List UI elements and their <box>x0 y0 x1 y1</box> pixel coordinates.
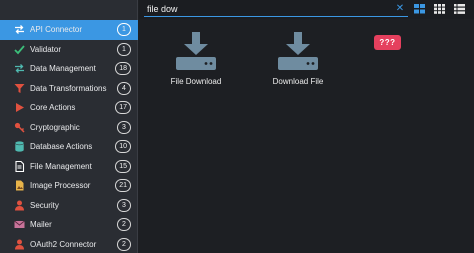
image-file-icon <box>13 180 25 192</box>
count-badge: 21 <box>115 179 131 192</box>
sidebar-item[interactable]: OAuth2 Connector 2 <box>0 235 138 253</box>
count-badge: 3 <box>117 120 131 134</box>
count-badge: 1 <box>117 23 131 36</box>
count-badge: 18 <box>115 62 131 75</box>
result-label: File Download <box>170 77 222 86</box>
count-badge: 2 <box>117 237 131 251</box>
count-badge: 1 <box>117 42 131 56</box>
envelope-icon <box>13 219 25 231</box>
sidebar-item-label: Security <box>30 200 59 210</box>
sidebar-item-label: Image Processor <box>30 181 91 191</box>
user-icon <box>13 238 25 250</box>
sidebar-item[interactable]: API Connector 1 <box>0 20 138 40</box>
database-icon <box>13 141 25 153</box>
funnel-icon <box>13 82 25 94</box>
sidebar-item-label: Data Management <box>30 64 96 74</box>
sidebar-item[interactable]: Security 3 <box>0 196 138 216</box>
sidebar-item-label: Mailer <box>30 220 52 230</box>
sidebar-item[interactable]: Core Actions 17 <box>0 98 138 118</box>
close-icon[interactable]: ✕ <box>395 3 405 15</box>
sidebar-item-label: Data Transformations <box>30 83 107 93</box>
checkmark-icon <box>13 43 25 55</box>
download-icon <box>176 32 216 70</box>
result-card[interactable]: File Download <box>148 30 244 100</box>
user-icon <box>13 199 25 211</box>
sidebar-item-label: Cryptographic <box>30 122 80 132</box>
sidebar-item-label: File Management <box>30 161 92 171</box>
list-icon[interactable] <box>453 3 466 15</box>
key-icon <box>13 121 25 133</box>
grid-large-icon[interactable] <box>413 3 426 15</box>
play-icon <box>13 102 25 114</box>
sidebar-item[interactable]: Cryptographic 3 <box>0 118 138 138</box>
count-badge: 4 <box>117 81 131 95</box>
result-card[interactable]: Download File <box>250 30 346 100</box>
sidebar-item[interactable]: Data Management 18 <box>0 59 138 79</box>
sidebar-item[interactable]: Data Transformations 4 <box>0 79 138 99</box>
swap-arrows-icon <box>13 63 25 75</box>
sidebar-item-label: Core Actions <box>30 103 76 113</box>
file-icon <box>13 160 25 172</box>
sidebar-item-label: API Connector <box>30 25 83 35</box>
unknown-badge[interactable]: ??? <box>374 35 401 50</box>
grid-small-icon[interactable] <box>433 3 446 15</box>
count-badge: 15 <box>115 159 131 173</box>
sidebar-item[interactable]: File Management 15 <box>0 157 138 177</box>
sidebar-item-label: Validator <box>30 44 61 54</box>
count-badge: 2 <box>117 218 131 231</box>
count-badge: 17 <box>115 101 131 114</box>
result-label: Download File <box>272 77 324 86</box>
sidebar-item[interactable]: Image Processor 21 <box>0 176 138 196</box>
sidebar-item-label: Database Actions <box>30 142 93 152</box>
sidebar-item[interactable]: Database Actions 10 <box>0 137 138 157</box>
count-badge: 10 <box>115 140 131 153</box>
search-input[interactable] <box>144 1 408 17</box>
sidebar-item[interactable]: Validator 1 <box>0 40 138 60</box>
sidebar-item[interactable]: Mailer 2 <box>0 215 138 235</box>
swap-arrows-icon <box>13 24 25 36</box>
sidebar-item-label: OAuth2 Connector <box>30 239 97 249</box>
count-badge: 3 <box>117 198 131 212</box>
download-icon <box>278 32 318 70</box>
sidebar: API Connector 1 Validator 1 Data Management 1… <box>0 0 138 253</box>
